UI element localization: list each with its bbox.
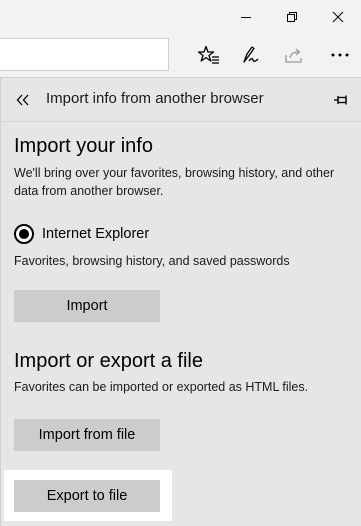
pin-button[interactable] (327, 87, 355, 113)
panel-header: Import info from another browser (1, 78, 361, 121)
share-button[interactable] (276, 38, 312, 72)
share-icon (285, 48, 302, 63)
pin-icon (334, 95, 347, 105)
panel-title: Import info from another browser (46, 90, 264, 107)
import-description: We'll bring over your favorites, browsin… (14, 166, 335, 198)
radio-selected-dot (19, 229, 29, 239)
pen-icon (243, 46, 259, 63)
title-bar (0, 0, 361, 34)
close-icon (332, 11, 344, 23)
more-icon (331, 53, 349, 57)
radio-button[interactable] (14, 224, 34, 244)
favorites-star-icon (198, 45, 219, 64)
browser-details: Favorites, browsing history, and saved p… (14, 254, 290, 268)
double-chevron-left-icon (16, 94, 29, 106)
favorites-button[interactable] (191, 38, 227, 72)
notes-button[interactable] (233, 38, 269, 72)
more-button[interactable] (322, 38, 358, 72)
back-button[interactable] (9, 86, 37, 114)
address-bar[interactable] (0, 38, 169, 71)
file-heading: Import or export a file (14, 350, 203, 372)
restore-icon (287, 12, 297, 22)
file-description: Favorites can be imported or exported as… (14, 380, 309, 394)
export-to-file-button[interactable]: Export to file (14, 480, 160, 512)
browser-toolbar (0, 34, 361, 76)
minimize-button[interactable] (223, 0, 269, 34)
minimize-icon (241, 17, 251, 18)
import-heading: Import your info (14, 135, 153, 157)
header-divider (1, 121, 361, 122)
import-from-file-button[interactable]: Import from file (14, 419, 160, 451)
close-window-button[interactable] (315, 0, 361, 34)
browser-option[interactable]: Internet Explorer (14, 223, 149, 245)
import-panel: Import info from another browser Import … (0, 77, 361, 526)
import-button[interactable]: Import (14, 290, 160, 322)
restore-button[interactable] (269, 0, 315, 34)
browser-option-label: Internet Explorer (42, 226, 150, 242)
